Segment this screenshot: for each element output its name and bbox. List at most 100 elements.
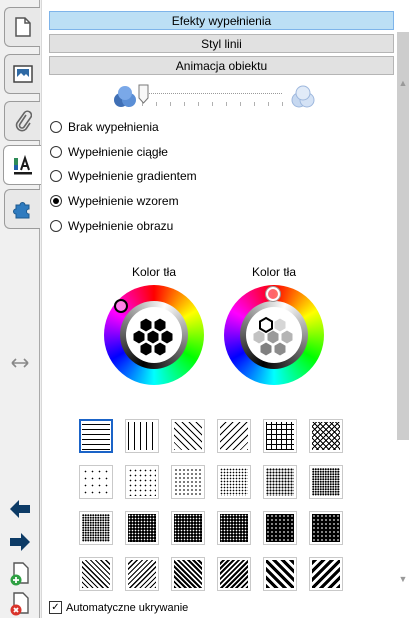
- scrollbar-thumb[interactable]: [397, 32, 409, 440]
- slider-ticks: [142, 102, 284, 106]
- pattern-swatch-dots-60[interactable]: [125, 511, 159, 545]
- pattern-fill: [220, 560, 248, 588]
- pattern-fill: [312, 468, 340, 496]
- tab-properties[interactable]: [3, 145, 41, 185]
- pattern-swatch-dots-80[interactable]: [263, 511, 297, 545]
- radio-button[interactable]: [50, 170, 62, 182]
- radio-button[interactable]: [50, 121, 62, 133]
- pattern-swatch-diagonal-cross[interactable]: [309, 419, 343, 453]
- radio-gradient-fill[interactable]: Wypełnienie gradientem: [50, 167, 197, 185]
- slider-thumb[interactable]: [138, 84, 149, 104]
- pattern-swatch-vertical-lines[interactable]: [125, 419, 159, 453]
- radio-label: Brak wypełnienia: [68, 120, 159, 134]
- pattern-swatch-dots-10[interactable]: [125, 465, 159, 499]
- next-page-button[interactable]: [7, 530, 33, 554]
- arrow-left-icon: [10, 500, 30, 518]
- add-page-icon: [10, 562, 29, 586]
- pattern-swatch-thick-diagonal-up[interactable]: [309, 557, 343, 591]
- pattern-fill: [220, 514, 248, 542]
- tab-addons[interactable]: [4, 189, 40, 229]
- swatch-hexagons: [252, 316, 294, 357]
- slider-track: [142, 93, 282, 94]
- foreground-color-wheel[interactable]: [224, 285, 324, 385]
- previous-page-button[interactable]: [7, 497, 33, 521]
- pattern-swatch-dots-50[interactable]: [79, 511, 113, 545]
- pattern-fill: [312, 514, 340, 542]
- line-style-header[interactable]: Styl linii: [49, 34, 394, 53]
- background-color-label: Kolor tła: [131, 265, 177, 279]
- transparency-slider[interactable]: [112, 84, 317, 112]
- pattern-swatch-dots-30[interactable]: [263, 465, 297, 499]
- paperclip-icon: [15, 110, 32, 132]
- properties-panel: Efekty wypełnienia Styl linii Animacja o…: [41, 0, 412, 618]
- pattern-fill: [266, 560, 294, 588]
- delete-page-button[interactable]: [7, 592, 33, 616]
- resize-panel-button[interactable]: [7, 351, 33, 375]
- auto-hide-option[interactable]: ✓ Automatyczne ukrywanie: [49, 600, 188, 615]
- pattern-swatch-wide-diagonal-up[interactable]: [125, 557, 159, 591]
- pattern-swatch-dots-5[interactable]: [79, 465, 113, 499]
- radio-label: Wypełnienie obrazu: [68, 219, 174, 233]
- resize-arrows-icon: [11, 358, 29, 368]
- pattern-swatch-dots-40[interactable]: [309, 465, 343, 499]
- pattern-swatch-diagonal-up[interactable]: [217, 419, 251, 453]
- arrow-right-icon: [10, 533, 30, 551]
- radio-label: Wypełnienie ciągłe: [68, 145, 168, 159]
- radio-label: Wypełnienie wzorem: [68, 194, 179, 208]
- pattern-swatch-diagonal-down[interactable]: [171, 419, 205, 453]
- pattern-fill: [82, 560, 110, 588]
- pattern-swatch-dark-diagonal-down[interactable]: [171, 557, 205, 591]
- wheel-selector[interactable]: [114, 299, 128, 313]
- fill-effects-label: Efekty wypełnienia: [171, 13, 272, 28]
- object-animation-header[interactable]: Animacja obiektu: [49, 56, 394, 75]
- auto-hide-checkbox[interactable]: ✓: [49, 601, 62, 614]
- brightness-ring: [240, 301, 308, 369]
- pattern-fill: [220, 422, 248, 450]
- pattern-fill: [128, 468, 156, 496]
- pattern-fill: [174, 514, 202, 542]
- panel-scrollbar[interactable]: ▲ ▼: [396, 24, 410, 596]
- pattern-fill: [128, 560, 156, 588]
- pattern-swatch-grid[interactable]: [263, 419, 297, 453]
- auto-hide-label: Automatyczne ukrywanie: [66, 601, 189, 614]
- pattern-swatch-dark-diagonal-up[interactable]: [217, 557, 251, 591]
- object-animation-label: Animacja obiektu: [175, 58, 268, 73]
- brightness-ring: [120, 301, 188, 369]
- pattern-fill: [312, 422, 340, 450]
- properties-icon: [13, 154, 32, 175]
- radio-pattern-fill[interactable]: Wypełnienie wzorem: [50, 192, 179, 210]
- radio-button[interactable]: [50, 146, 62, 158]
- tab-gallery[interactable]: [4, 54, 40, 94]
- pattern-swatch-dots-90[interactable]: [309, 511, 343, 545]
- pattern-swatch-dots-25[interactable]: [217, 465, 251, 499]
- side-tab-strip: [0, 0, 41, 618]
- background-color-wheel[interactable]: [104, 285, 204, 385]
- pattern-swatch-dots-70[interactable]: [171, 511, 205, 545]
- pattern-swatch-dots-20[interactable]: [171, 465, 205, 499]
- tab-attachments[interactable]: [4, 101, 40, 141]
- delete-page-icon: [10, 592, 29, 616]
- pattern-swatch-wide-diagonal-down[interactable]: [79, 557, 113, 591]
- tab-page-sorter[interactable]: [4, 7, 40, 47]
- pattern-swatch-dots-75[interactable]: [217, 511, 251, 545]
- fill-effects-header[interactable]: Efekty wypełnienia: [49, 11, 394, 30]
- wheel-selector[interactable]: [266, 287, 280, 301]
- add-page-button[interactable]: [7, 562, 33, 586]
- transparent-bubbles-icon: [291, 85, 315, 108]
- radio-button[interactable]: [50, 220, 62, 232]
- pattern-swatch-thick-diagonal-down[interactable]: [263, 557, 297, 591]
- page-icon: [14, 17, 31, 37]
- swatch-cluster: [246, 307, 302, 363]
- pattern-fill: [174, 560, 202, 588]
- radio-image-fill[interactable]: Wypełnienie obrazu: [50, 217, 173, 235]
- scroll-up-icon[interactable]: ▲: [396, 76, 410, 90]
- radio-no-fill[interactable]: Brak wypełnienia: [50, 118, 159, 136]
- swatch-hexagons: [132, 317, 174, 357]
- pattern-swatch-horizontal-lines[interactable]: [79, 419, 113, 453]
- radio-solid-fill[interactable]: Wypełnienie ciągłe: [50, 143, 168, 161]
- pattern-fill: [82, 514, 110, 542]
- radio-button[interactable]: [50, 195, 62, 207]
- pattern-fill: [220, 468, 248, 496]
- pattern-fill: [312, 560, 340, 588]
- scroll-down-icon[interactable]: ▼: [396, 572, 410, 586]
